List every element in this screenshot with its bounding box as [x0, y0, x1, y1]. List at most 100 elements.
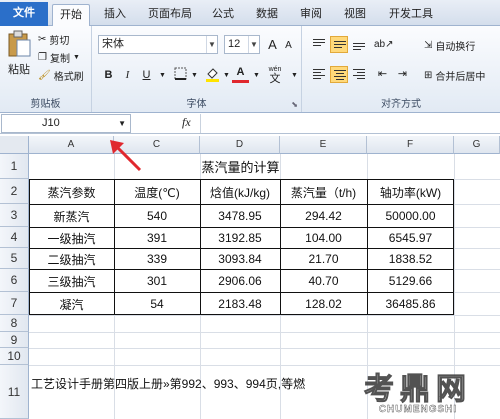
- header-cell[interactable]: 焓值(kJ/kg): [200, 180, 280, 204]
- font-size-select[interactable]: 12 ▼: [224, 35, 260, 54]
- tab-formulas[interactable]: 公式: [206, 4, 240, 26]
- row-header-6[interactable]: 6: [0, 269, 29, 292]
- shrink-font-button[interactable]: A: [280, 37, 297, 54]
- row-header-4[interactable]: 4: [0, 227, 29, 248]
- chevron-down-icon: ▼: [248, 36, 259, 53]
- table-cell[interactable]: 540: [114, 205, 200, 227]
- align-bottom-button[interactable]: [350, 36, 368, 53]
- paste-button[interactable]: 粘贴: [4, 30, 34, 84]
- align-right-button[interactable]: [350, 66, 368, 83]
- table-cell[interactable]: 36485.86: [367, 293, 454, 315]
- table-cell[interactable]: 104.00: [280, 228, 367, 248]
- orientation-button[interactable]: ab↗: [374, 36, 394, 53]
- row-header-10[interactable]: 10: [0, 348, 29, 365]
- header-cell[interactable]: 温度(℃): [114, 180, 200, 204]
- grow-font-button[interactable]: A: [264, 36, 281, 53]
- watermark-brand-en: CHUMENGSHI: [378, 404, 458, 415]
- decrease-indent-button[interactable]: ⇤: [374, 66, 391, 83]
- underline-button[interactable]: U: [138, 67, 155, 84]
- brush-icon: 🖌: [38, 70, 51, 81]
- wrap-text-label: 自动换行: [435, 42, 476, 53]
- font-name-select[interactable]: 宋体 ▼: [98, 35, 218, 54]
- table-cell[interactable]: 3478.95: [200, 205, 280, 227]
- dialog-launcher-icon[interactable]: ⬊: [291, 100, 298, 109]
- sheet-title[interactable]: 蒸汽量的计算: [114, 154, 367, 179]
- phonetic-button[interactable]: wén 文: [264, 65, 286, 85]
- row-header-3[interactable]: 3: [0, 204, 29, 227]
- table-cell[interactable]: 三级抽汽: [29, 270, 114, 292]
- table-cell[interactable]: 6545.97: [367, 228, 454, 248]
- merge-center-button[interactable]: ⊞ 合并后居中: [424, 68, 485, 83]
- tab-view[interactable]: 视图: [338, 4, 372, 26]
- name-box[interactable]: J10 ▼: [1, 114, 131, 133]
- table-cell[interactable]: 301: [114, 270, 200, 292]
- row-header-11[interactable]: 11: [0, 365, 29, 419]
- table-cell[interactable]: 391: [114, 228, 200, 248]
- italic-button[interactable]: I: [119, 67, 136, 84]
- tab-insert[interactable]: 插入: [98, 4, 132, 26]
- font-color-button[interactable]: A: [232, 64, 249, 83]
- table-cell[interactable]: 54: [114, 293, 200, 315]
- table-cell[interactable]: 294.42: [280, 205, 367, 227]
- row-header-5[interactable]: 5: [0, 248, 29, 269]
- formula-input[interactable]: [200, 114, 499, 133]
- table-cell[interactable]: 一级抽汽: [29, 228, 114, 248]
- row-header-8[interactable]: 8: [0, 315, 29, 332]
- tab-developer[interactable]: 开发工具: [382, 4, 440, 26]
- copy-button[interactable]: ❐ 复制 ▼: [38, 50, 80, 65]
- header-cell[interactable]: 蒸汽参数: [29, 180, 114, 204]
- row-header-1[interactable]: 1: [0, 154, 29, 179]
- table-cell[interactable]: 2183.48: [200, 293, 280, 315]
- row-header-2[interactable]: 2: [0, 179, 29, 204]
- tab-home[interactable]: 开始: [52, 4, 90, 26]
- column-header-a[interactable]: A: [29, 136, 114, 154]
- table-cell[interactable]: 凝汽: [29, 293, 114, 315]
- cut-button[interactable]: ✂ 剪切: [38, 32, 69, 47]
- align-left-button[interactable]: [310, 66, 328, 83]
- table-cell[interactable]: 128.02: [280, 293, 367, 315]
- column-header-g[interactable]: G: [454, 136, 500, 154]
- format-painter-button[interactable]: 🖌 格式刷: [38, 68, 84, 83]
- chevron-down-icon[interactable]: ▼: [118, 115, 126, 132]
- table-cell[interactable]: 3192.85: [200, 228, 280, 248]
- column-header-f[interactable]: F: [367, 136, 454, 154]
- cut-label: 剪切: [49, 36, 70, 47]
- insert-function-button[interactable]: fx: [182, 115, 191, 130]
- table-cell[interactable]: 二级抽汽: [29, 249, 114, 269]
- table-cell[interactable]: 40.70: [280, 270, 367, 292]
- header-cell[interactable]: 蒸汽量（t/h): [280, 180, 367, 204]
- row-header-7[interactable]: 7: [0, 292, 29, 315]
- table-cell[interactable]: 1838.52: [367, 249, 454, 269]
- tab-page-layout[interactable]: 页面布局: [140, 4, 200, 26]
- chevron-down-icon: ▼: [206, 36, 217, 53]
- increase-indent-button[interactable]: ⇥: [394, 66, 411, 83]
- scissors-icon: ✂: [38, 34, 47, 45]
- chevron-down-icon[interactable]: ▼: [248, 67, 265, 84]
- align-middle-button[interactable]: [330, 36, 348, 53]
- bold-button[interactable]: B: [100, 67, 117, 84]
- table-cell[interactable]: 21.70: [280, 249, 367, 269]
- wrap-text-icon: ⇲: [424, 40, 433, 51]
- table-cell[interactable]: 新蒸汽: [29, 205, 114, 227]
- table-cell[interactable]: 5129.66: [367, 270, 454, 292]
- select-all-button[interactable]: [0, 136, 29, 154]
- column-header-d[interactable]: D: [200, 136, 280, 154]
- wrap-text-button[interactable]: ⇲ 自动换行: [424, 38, 475, 53]
- align-center-button[interactable]: [330, 66, 348, 83]
- row11-source-text[interactable]: 工艺设计手册第四版上册»第992、993、994页,等燃: [31, 366, 351, 400]
- table-cell[interactable]: 50000.00: [367, 205, 454, 227]
- table-cell[interactable]: 3093.84: [200, 249, 280, 269]
- row-header-9[interactable]: 9: [0, 332, 29, 348]
- tab-file[interactable]: 文件: [0, 2, 48, 26]
- table-cell[interactable]: 2906.06: [200, 270, 280, 292]
- chevron-down-icon[interactable]: ▼: [286, 67, 303, 84]
- paste-icon: [8, 30, 31, 57]
- header-cell[interactable]: 轴功率(kW): [367, 180, 454, 204]
- chevron-down-icon[interactable]: ▼: [186, 67, 203, 84]
- tab-data[interactable]: 数据: [250, 4, 284, 26]
- tab-review[interactable]: 审阅: [294, 4, 328, 26]
- align-top-button[interactable]: [310, 36, 328, 53]
- table-cell[interactable]: 339: [114, 249, 200, 269]
- column-header-e[interactable]: E: [280, 136, 367, 154]
- chevron-down-icon[interactable]: ▼: [154, 67, 171, 84]
